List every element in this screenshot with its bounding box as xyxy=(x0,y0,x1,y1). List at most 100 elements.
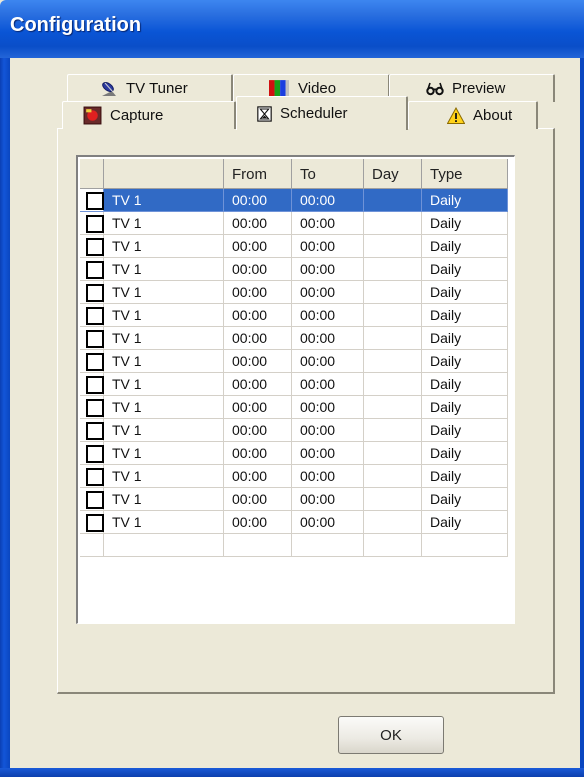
channel-cell[interactable]: TV 1 xyxy=(104,350,224,373)
row-checkbox[interactable] xyxy=(86,445,104,463)
from-cell[interactable]: 00:00 xyxy=(224,304,292,327)
channel-cell[interactable]: TV 1 xyxy=(104,281,224,304)
from-cell[interactable]: 00:00 xyxy=(224,327,292,350)
channel-cell[interactable]: TV 1 xyxy=(104,442,224,465)
day-cell[interactable] xyxy=(364,373,422,396)
channel-cell[interactable]: TV 1 xyxy=(104,189,224,212)
day-cell[interactable] xyxy=(364,488,422,511)
header-from[interactable]: From xyxy=(224,159,292,189)
to-cell[interactable]: 00:00 xyxy=(292,511,364,534)
from-cell[interactable]: 00:00 xyxy=(224,373,292,396)
type-cell[interactable]: Daily xyxy=(422,212,508,235)
from-cell[interactable]: 00:00 xyxy=(224,511,292,534)
to-cell[interactable]: 00:00 xyxy=(292,350,364,373)
to-cell[interactable]: 00:00 xyxy=(292,327,364,350)
from-cell[interactable]: 00:00 xyxy=(224,212,292,235)
type-cell[interactable]: Daily xyxy=(422,235,508,258)
type-cell[interactable]: Daily xyxy=(422,327,508,350)
type-cell[interactable]: Daily xyxy=(422,350,508,373)
day-cell[interactable] xyxy=(364,442,422,465)
row-checkbox[interactable] xyxy=(86,307,104,325)
day-cell[interactable] xyxy=(364,258,422,281)
day-cell[interactable] xyxy=(364,189,422,212)
title-bar[interactable]: Configuration xyxy=(0,0,584,58)
tab-about[interactable]: About xyxy=(408,101,538,129)
channel-cell[interactable]: TV 1 xyxy=(104,373,224,396)
ok-button[interactable]: OK xyxy=(338,716,444,754)
day-cell[interactable] xyxy=(364,465,422,488)
row-checkbox[interactable] xyxy=(86,422,104,440)
row-checkbox[interactable] xyxy=(86,330,104,348)
to-cell[interactable]: 00:00 xyxy=(292,258,364,281)
type-cell[interactable]: Daily xyxy=(422,488,508,511)
tab-preview[interactable]: Preview xyxy=(389,74,555,102)
table-row[interactable]: TV 1 00:00 00:00 Daily xyxy=(80,304,508,327)
tab-tv-tuner[interactable]: TV Tuner xyxy=(67,74,233,102)
to-cell[interactable]: 00:00 xyxy=(292,442,364,465)
type-cell[interactable]: Daily xyxy=(422,442,508,465)
day-cell[interactable] xyxy=(364,419,422,442)
table-row[interactable]: TV 1 00:00 00:00 Daily xyxy=(80,419,508,442)
type-cell[interactable]: Daily xyxy=(422,258,508,281)
header-day[interactable]: Day xyxy=(364,159,422,189)
day-cell[interactable] xyxy=(364,212,422,235)
header-to[interactable]: To xyxy=(292,159,364,189)
channel-cell[interactable]: TV 1 xyxy=(104,465,224,488)
to-cell[interactable]: 00:00 xyxy=(292,304,364,327)
from-cell[interactable]: 00:00 xyxy=(224,350,292,373)
to-cell[interactable]: 00:00 xyxy=(292,189,364,212)
type-cell[interactable]: Daily xyxy=(422,281,508,304)
table-row[interactable]: TV 1 00:00 00:00 Daily xyxy=(80,235,508,258)
row-checkbox[interactable] xyxy=(86,238,104,256)
to-cell[interactable]: 00:00 xyxy=(292,281,364,304)
type-cell[interactable]: Daily xyxy=(422,396,508,419)
from-cell[interactable]: 00:00 xyxy=(224,419,292,442)
type-cell[interactable]: Daily xyxy=(422,189,508,212)
schedule-grid[interactable]: From To Day Type TV 1 00:00 00:00 Daily TV 1… xyxy=(76,155,515,624)
from-cell[interactable]: 00:00 xyxy=(224,189,292,212)
from-cell[interactable]: 00:00 xyxy=(224,488,292,511)
day-cell[interactable] xyxy=(364,350,422,373)
row-checkbox[interactable] xyxy=(86,399,104,417)
to-cell[interactable]: 00:00 xyxy=(292,212,364,235)
channel-cell[interactable]: TV 1 xyxy=(104,419,224,442)
from-cell[interactable]: 00:00 xyxy=(224,442,292,465)
to-cell[interactable]: 00:00 xyxy=(292,396,364,419)
row-checkbox[interactable] xyxy=(86,353,104,371)
row-checkbox[interactable] xyxy=(86,215,104,233)
row-checkbox[interactable] xyxy=(86,192,104,210)
channel-cell[interactable]: TV 1 xyxy=(104,235,224,258)
channel-cell[interactable]: TV 1 xyxy=(104,327,224,350)
from-cell[interactable]: 00:00 xyxy=(224,396,292,419)
type-cell[interactable]: Daily xyxy=(422,373,508,396)
channel-cell[interactable]: TV 1 xyxy=(104,511,224,534)
row-checkbox[interactable] xyxy=(86,284,104,302)
to-cell[interactable]: 00:00 xyxy=(292,235,364,258)
channel-cell[interactable]: TV 1 xyxy=(104,258,224,281)
from-cell[interactable]: 00:00 xyxy=(224,258,292,281)
table-row[interactable]: TV 1 00:00 00:00 Daily xyxy=(80,511,508,534)
day-cell[interactable] xyxy=(364,281,422,304)
row-checkbox[interactable] xyxy=(86,468,104,486)
channel-cell[interactable]: TV 1 xyxy=(104,212,224,235)
day-cell[interactable] xyxy=(364,396,422,419)
from-cell[interactable]: 00:00 xyxy=(224,465,292,488)
day-cell[interactable] xyxy=(364,327,422,350)
table-row[interactable]: TV 1 00:00 00:00 Daily xyxy=(80,189,508,212)
from-cell[interactable]: 00:00 xyxy=(224,235,292,258)
type-cell[interactable]: Daily xyxy=(422,419,508,442)
row-checkbox[interactable] xyxy=(86,491,104,509)
channel-cell[interactable]: TV 1 xyxy=(104,488,224,511)
table-row[interactable]: TV 1 00:00 00:00 Daily xyxy=(80,258,508,281)
row-checkbox[interactable] xyxy=(86,376,104,394)
table-row[interactable]: TV 1 00:00 00:00 Daily xyxy=(80,281,508,304)
type-cell[interactable]: Daily xyxy=(422,465,508,488)
channel-cell[interactable]: TV 1 xyxy=(104,304,224,327)
day-cell[interactable] xyxy=(364,235,422,258)
table-row[interactable]: TV 1 00:00 00:00 Daily xyxy=(80,350,508,373)
table-row[interactable]: TV 1 00:00 00:00 Daily xyxy=(80,442,508,465)
table-row[interactable]: TV 1 00:00 00:00 Daily xyxy=(80,212,508,235)
row-checkbox[interactable] xyxy=(86,261,104,279)
tab-scheduler[interactable]: Scheduler xyxy=(236,96,408,130)
type-cell[interactable]: Daily xyxy=(422,304,508,327)
